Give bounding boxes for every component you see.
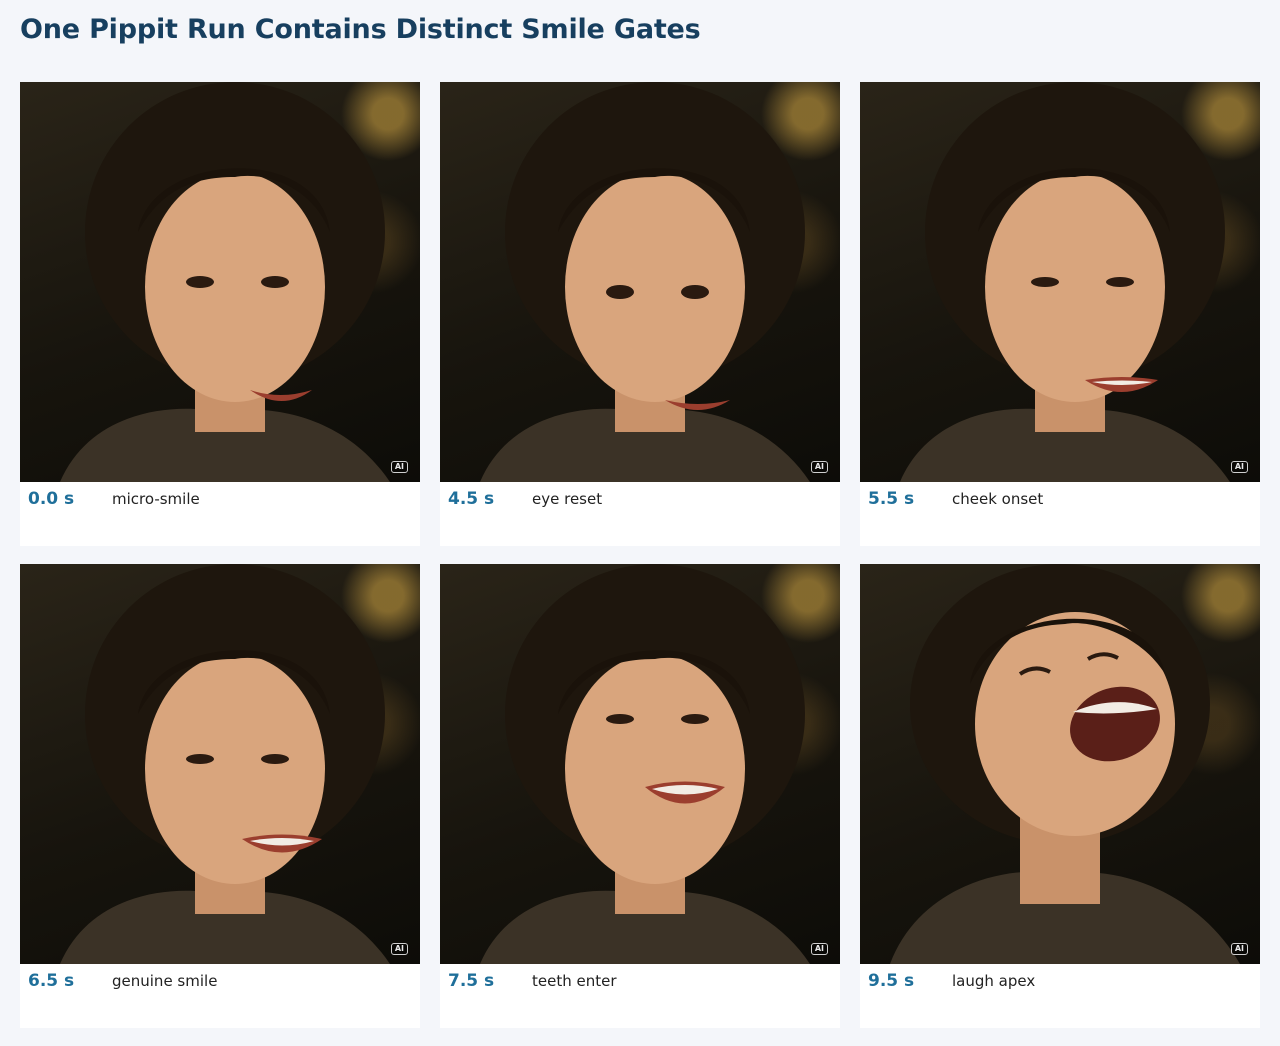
ai-badge: AI (810, 943, 828, 955)
frame-label: teeth enter (532, 972, 617, 990)
frame-label: micro-smile (112, 490, 200, 508)
frame-caption: 7.5 s teeth enter (448, 969, 617, 993)
frame-caption: 0.0 s micro-smile (28, 487, 200, 511)
frame-card[interactable]: AI 0.0 s micro-smile (20, 82, 420, 546)
frame-label: cheek onset (952, 490, 1044, 508)
ai-badge: AI (810, 461, 828, 473)
frame-caption: 5.5 s cheek onset (868, 487, 1043, 511)
portrait-frame: AI (20, 82, 420, 482)
ai-badge: AI (1230, 943, 1248, 955)
portrait-frame: AI (860, 82, 1260, 482)
portrait-frame: AI (440, 564, 840, 964)
frame-time: 9.5 s (868, 971, 915, 991)
page-title: One Pippit Run Contains Distinct Smile G… (20, 14, 701, 45)
frame-card[interactable]: AI 4.5 s eye reset (440, 82, 840, 546)
portrait-image (900, 82, 1230, 482)
frame-time: 5.5 s (868, 489, 915, 509)
frame-card[interactable]: AI 6.5 s genuine smile (20, 564, 420, 1028)
ai-badge: AI (390, 461, 408, 473)
frame-card[interactable]: AI 5.5 s cheek onset (860, 82, 1260, 546)
frame-grid: AI 0.0 s micro-smile AI 4.5 s eye reset (20, 82, 1260, 1028)
ai-badge: AI (390, 943, 408, 955)
portrait-frame: AI (440, 82, 840, 482)
frame-time: 7.5 s (448, 971, 495, 991)
portrait-image (480, 564, 810, 964)
frame-label: genuine smile (112, 972, 218, 990)
portrait-image (480, 82, 810, 482)
frame-time: 6.5 s (28, 971, 75, 991)
ai-badge: AI (1230, 461, 1248, 473)
frame-label: eye reset (532, 490, 603, 508)
frame-card[interactable]: AI 7.5 s teeth enter (440, 564, 840, 1028)
portrait-frame: AI (860, 564, 1260, 964)
portrait-image (60, 82, 390, 482)
frame-card[interactable]: AI 9.5 s laugh apex (860, 564, 1260, 1028)
frame-caption: 9.5 s laugh apex (868, 969, 1035, 993)
frame-caption: 6.5 s genuine smile (28, 969, 217, 993)
frame-caption: 4.5 s eye reset (448, 487, 602, 511)
portrait-image (890, 564, 1240, 964)
portrait-frame: AI (20, 564, 420, 964)
frame-label: laugh apex (952, 972, 1036, 990)
portrait-image (60, 564, 390, 964)
frame-time: 0.0 s (28, 489, 75, 509)
frame-time: 4.5 s (448, 489, 495, 509)
